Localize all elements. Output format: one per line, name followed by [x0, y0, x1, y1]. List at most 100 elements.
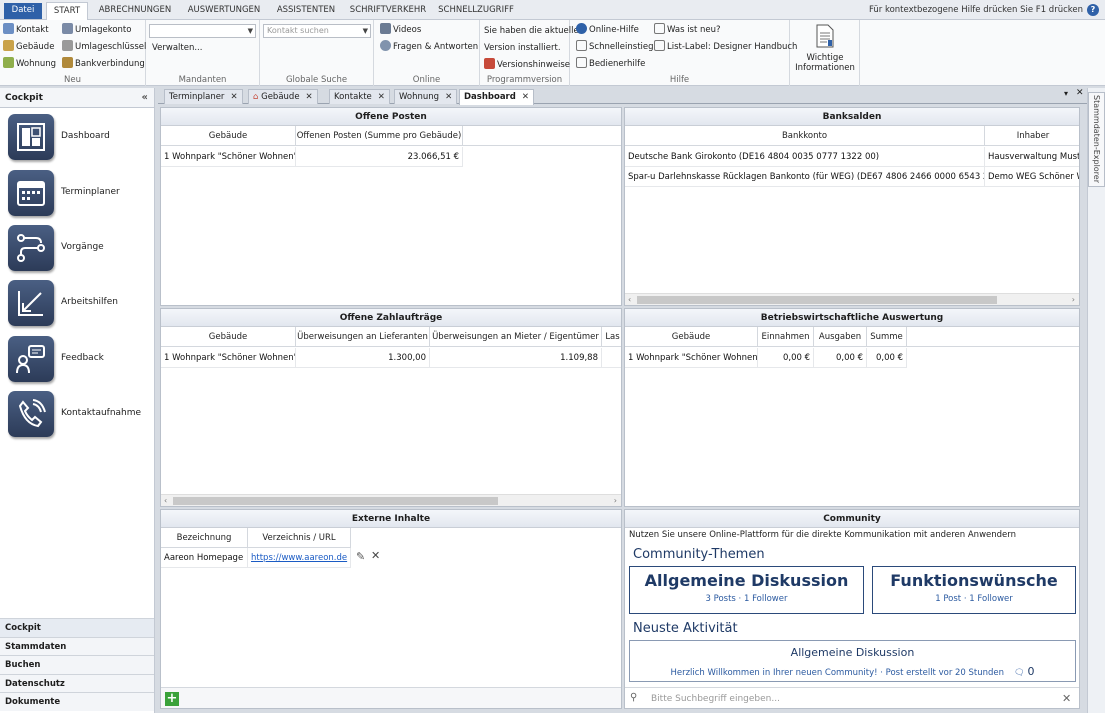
table-cell[interactable]: 23.066,51 € [296, 147, 463, 167]
column-header[interactable]: Ausgaben [814, 327, 867, 347]
bottom-nav-dokumente[interactable]: Dokumente [0, 692, 154, 711]
table-cell[interactable]: 0,00 € [758, 348, 814, 368]
horizontal-scrollbar[interactable]: ‹ › [625, 293, 1079, 305]
scroll-thumb[interactable] [173, 497, 498, 505]
column-header[interactable]: Überweisungen an Lieferanten [296, 327, 430, 347]
table-cell[interactable]: Deutsche Bank Girokonto (DE16 4804 0035 … [625, 147, 985, 167]
nav-terminplaner[interactable]: Terminplaner [8, 170, 148, 218]
group-label: Programmversion [486, 75, 563, 85]
table-cell[interactable]: 1.300,00 [296, 348, 430, 368]
column-header[interactable]: Gebäude [625, 327, 758, 347]
scroll-left-icon[interactable]: ‹ [628, 294, 631, 305]
scroll-right-icon[interactable]: › [1072, 294, 1075, 305]
horizontal-scrollbar[interactable]: ‹ › [161, 494, 621, 506]
tab-auswertungen[interactable]: AUSWERTUNGEN [184, 2, 264, 20]
table-cell[interactable]: 0,00 € [814, 348, 867, 368]
topic-card-allgemeine[interactable]: Allgemeine Diskussion 3 Posts · 1 Follow… [629, 566, 864, 614]
scroll-thumb[interactable] [637, 296, 997, 304]
neu-wohnung-button[interactable]: Wohnung [3, 57, 56, 71]
column-header[interactable]: Gebäude [161, 126, 296, 146]
column-header[interactable]: Überweisungen an Mieter / Eigentümer [430, 327, 602, 347]
neu-kontakt-button[interactable]: Kontakt [3, 23, 49, 37]
column-header[interactable]: Einnahmen [758, 327, 814, 347]
tab-assistenten[interactable]: ASSISTENTEN [272, 2, 340, 20]
table-cell[interactable]: 1.109,88 [430, 348, 602, 368]
doctab-dashboard[interactable]: Dashboard ✕ [459, 89, 534, 105]
neu-bankverbindung-button[interactable]: Bankverbindung [62, 57, 145, 71]
activity-card[interactable]: Allgemeine Diskussion Herzlich Willkomme… [629, 640, 1076, 682]
table-cell[interactable]: Spar-u Darlehnskasse Rücklagen Bankonto … [625, 167, 985, 187]
table-cell[interactable]: 0,00 € [867, 348, 907, 368]
doctab-kontakte[interactable]: Kontakte ✕ [329, 89, 390, 104]
faq-button[interactable]: Fragen & Antworten [380, 40, 478, 54]
online-hilfe-button[interactable]: Online-Hilfe [576, 23, 639, 37]
column-header[interactable]: Inhaber [985, 126, 1079, 146]
column-header[interactable]: Offenen Posten (Summe pro Gebäude) [296, 126, 463, 146]
videos-button[interactable]: Videos [380, 23, 421, 37]
column-header[interactable]: Bezeichnung [161, 528, 248, 548]
column-header[interactable]: Verzeichnis / URL [248, 528, 351, 548]
close-icon[interactable]: ✕ [378, 92, 385, 102]
wichtige-informationen-button[interactable]: Wichtige Informationen [790, 24, 860, 73]
tab-schnellzugriff[interactable]: SCHNELLZUGRIFF [436, 2, 516, 20]
column-header[interactable]: Gebäude [161, 327, 296, 347]
table-cell[interactable]: 1 Wohnpark "Schöner Wohnen" [161, 147, 296, 167]
doctab-gebaeude[interactable]: ⌂ Gebäude ✕ [248, 89, 318, 104]
was-ist-neu-button[interactable]: Was ist neu? [654, 23, 721, 37]
neu-umlagekonto-button[interactable]: Umlagekonto [62, 23, 131, 37]
nav-vorgaenge[interactable]: Vorgänge [8, 225, 148, 273]
bottom-nav-cockpit[interactable]: Cockpit [0, 618, 154, 637]
topic-card-funktionswuensche[interactable]: Funktionswünsche 1 Post · 1 Follower [872, 566, 1076, 614]
delete-icon[interactable]: ✕ [371, 549, 380, 562]
scroll-right-icon[interactable]: › [614, 495, 617, 506]
edit-icon[interactable]: ✎ [356, 550, 365, 563]
group-mandanten: ▼ Verwalten... Mandanten [146, 20, 260, 86]
schnelleinstieg-button[interactable]: Schnelleinstieg [576, 40, 654, 54]
clear-search-icon[interactable]: ✕ [1062, 692, 1071, 705]
kontakt-search-input[interactable]: Kontakt suchen ▼ [263, 24, 371, 38]
bedienerhilfe-button[interactable]: Bedienerhilfe [576, 57, 645, 71]
bottom-nav-datenschutz[interactable]: Datenschutz [0, 673, 154, 692]
nav-feedback[interactable]: Feedback [8, 336, 148, 384]
nav-dashboard[interactable]: Dashboard [8, 114, 148, 162]
tab-start[interactable]: START [46, 2, 88, 21]
table-cell[interactable] [602, 348, 621, 368]
neu-umlageschluessel-button[interactable]: Umlageschlüssel [62, 40, 146, 54]
tab-list-icon[interactable]: ▾ [1064, 89, 1068, 98]
community-search-input[interactable]: Bitte Suchbegriff eingeben... [651, 694, 780, 704]
table-cell[interactable]: Demo WEG Schöner W [985, 167, 1079, 187]
verwalten-button[interactable]: Verwalten... [152, 41, 202, 55]
tab-datei[interactable]: Datei [4, 3, 42, 19]
table-cell[interactable]: Hausverwaltung Muste [985, 147, 1079, 167]
help-icon[interactable]: ? [1087, 4, 1099, 16]
add-icon[interactable]: + [165, 692, 179, 706]
close-icon[interactable]: ✕ [522, 92, 529, 102]
column-header[interactable]: Summe [867, 327, 907, 347]
bottom-nav-buchen[interactable]: Buchen [0, 655, 154, 674]
close-icon[interactable]: ✕ [230, 92, 237, 102]
versionshinweise-button[interactable]: Versionshinweise [484, 58, 570, 72]
scroll-left-icon[interactable]: ‹ [164, 495, 167, 506]
external-link[interactable]: https://www.aareon.de [251, 553, 347, 563]
doctab-wohnung[interactable]: Wohnung ✕ [394, 89, 458, 104]
column-header[interactable]: Bankkonto [625, 126, 985, 146]
apartment-icon [3, 57, 14, 68]
doctab-terminplaner[interactable]: Terminplaner ✕ [164, 89, 243, 104]
tab-schriftverkehr[interactable]: SCHRIFTVERKEHR [348, 2, 428, 20]
close-icon[interactable]: ✕ [306, 92, 313, 102]
nav-label: Vorgänge [61, 242, 104, 252]
table-cell[interactable]: 1 Wohnpark "Schöner Wohnen" [161, 348, 296, 368]
list-label-handbuch-button[interactable]: List-Label: Designer Handbuch [654, 40, 797, 54]
tab-abrechnungen[interactable]: ABRECHNUNGEN [96, 2, 174, 20]
column-header[interactable]: Las [602, 327, 621, 347]
mandanten-select[interactable]: ▼ [149, 24, 256, 38]
bottom-nav-stammdaten[interactable]: Stammdaten [0, 636, 154, 655]
nav-arbeitshilfen[interactable]: Arbeitshilfen [8, 280, 148, 328]
close-icon[interactable]: ✕ [445, 92, 452, 102]
neu-gebaeude-button[interactable]: Gebäude [3, 40, 54, 54]
stammdaten-explorer-tab[interactable]: Stammdaten-Explorer [1088, 92, 1105, 187]
collapse-icon[interactable]: « [142, 88, 148, 108]
close-all-icon[interactable]: ✕ [1076, 88, 1084, 98]
table-cell[interactable]: 1 Wohnpark "Schöner Wohnen" [625, 348, 758, 368]
nav-kontaktaufnahme[interactable]: Kontaktaufnahme [8, 391, 148, 439]
